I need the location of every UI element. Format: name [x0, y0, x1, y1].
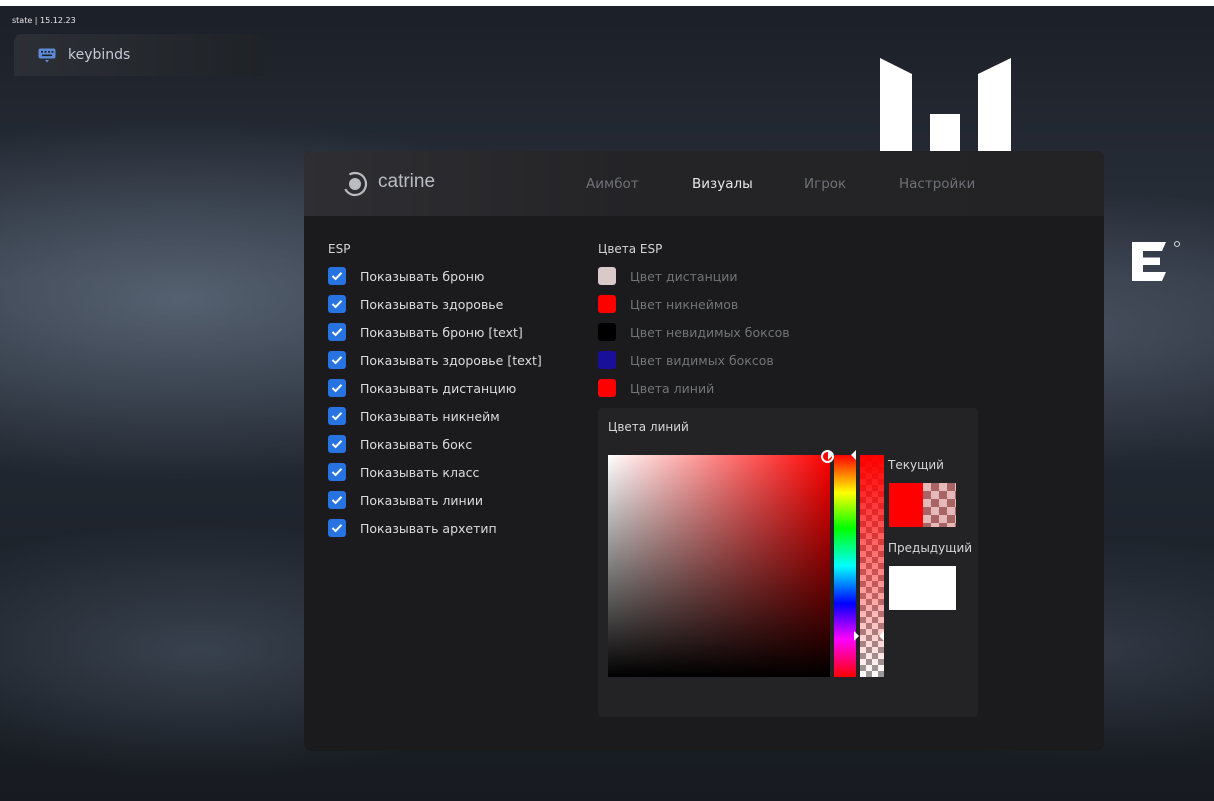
check-icon — [331, 440, 343, 449]
esp-checkbox-row[interactable]: Показывать архетип — [328, 518, 497, 538]
color-row-nicknames[interactable]: Цвет никнеймов — [598, 294, 738, 314]
color-picker-title: Цвета линий — [608, 420, 689, 434]
check-icon — [331, 524, 343, 533]
esp-checkbox-row[interactable]: Показывать дистанцию — [328, 378, 516, 398]
esp-checkbox-row[interactable]: Показывать класс — [328, 462, 479, 482]
saturation-value-area[interactable] — [608, 455, 830, 677]
target-ring-icon — [342, 171, 368, 197]
color-row-distance[interactable]: Цвет дистанции — [598, 266, 738, 286]
checkbox-label: Показывать никнейм — [360, 408, 500, 424]
bars-logo-icon — [880, 58, 1011, 152]
checkbox-label: Показывать здоровье [text] — [360, 352, 542, 368]
esp-checkbox-row[interactable]: Показывать броню [text] — [328, 322, 523, 342]
keybinds-panel[interactable]: keybinds — [14, 34, 264, 76]
checkbox-label: Показывать броню — [360, 268, 485, 284]
current-color-alpha-preview — [923, 483, 956, 527]
checkbox-checked[interactable] — [328, 323, 346, 341]
color-swatch[interactable] — [598, 267, 616, 285]
checkbox-checked[interactable] — [328, 295, 346, 313]
tab-player[interactable]: Игрок — [804, 176, 846, 192]
color-swatch[interactable] — [598, 379, 616, 397]
color-label: Цвета линий — [630, 380, 715, 396]
checkbox-checked[interactable] — [328, 407, 346, 425]
tab-visuals[interactable]: Визуалы — [692, 176, 753, 192]
current-color-label: Текущий — [888, 458, 944, 472]
e-logo-icon — [1132, 241, 1180, 281]
esp-checkbox-row[interactable]: Показывать здоровье — [328, 294, 503, 314]
color-label: Цвет дистанции — [630, 268, 738, 284]
checkbox-checked[interactable] — [328, 351, 346, 369]
keybinds-label: keybinds — [68, 47, 131, 63]
color-label: Цвет невидимых боксов — [630, 324, 790, 340]
esp-checkbox-row[interactable]: Показывать бокс — [328, 434, 472, 454]
color-swatch[interactable] — [598, 323, 616, 341]
top-strip — [0, 0, 1214, 6]
checkbox-label: Показывать дистанцию — [360, 380, 517, 396]
checkbox-checked[interactable] — [328, 463, 346, 481]
window-header: catrine Аимбот Визуалы Игрок Настройки — [304, 151, 1104, 216]
check-icon — [331, 300, 343, 309]
tab-settings[interactable]: Настройки — [899, 176, 975, 192]
alpha-slider[interactable] — [860, 455, 884, 677]
brand-name: catrine — [378, 171, 436, 192]
esp-section-title: ESP — [328, 242, 351, 256]
previous-color-label: Предыдущий — [888, 541, 973, 555]
cheat-menu-window: catrine Аимбот Визуалы Игрок Настройки E… — [304, 151, 1104, 751]
checkbox-checked[interactable] — [328, 379, 346, 397]
check-icon — [331, 468, 343, 477]
checkbox-checked[interactable] — [328, 435, 346, 453]
color-swatch[interactable] — [598, 351, 616, 369]
color-row-visible-boxes[interactable]: Цвет видимых боксов — [598, 350, 774, 370]
esp-checkbox-row[interactable]: Показывать линии — [328, 490, 483, 510]
color-picker-popup: Цвета линий Текущий Предыдущий — [598, 408, 978, 717]
esp-checkbox-row[interactable]: Показывать броню — [328, 266, 484, 286]
checkbox-checked[interactable] — [328, 519, 346, 537]
color-label: Цвет никнеймов — [630, 296, 739, 312]
check-icon — [331, 272, 343, 281]
color-row-invisible-boxes[interactable]: Цвет невидимых боксов — [598, 322, 790, 342]
esp-checkbox-row[interactable]: Показывать здоровье [text] — [328, 350, 542, 370]
check-icon — [331, 356, 343, 365]
checkbox-checked[interactable] — [328, 267, 346, 285]
color-row-lines[interactable]: Цвета линий — [598, 378, 714, 398]
check-icon — [331, 412, 343, 421]
checkbox-label: Показывать здоровье — [360, 296, 504, 312]
check-icon — [331, 384, 343, 393]
checkbox-label: Показывать линии — [360, 492, 483, 508]
tab-aimbot[interactable]: Аимбот — [586, 176, 639, 192]
color-swatch[interactable] — [598, 295, 616, 313]
previous-color-swatch[interactable] — [889, 566, 956, 610]
esp-checkbox-row[interactable]: Показывать никнейм — [328, 406, 500, 426]
color-label: Цвет видимых боксов — [630, 352, 774, 368]
alpha-slider-marker[interactable] — [854, 630, 890, 642]
check-icon — [331, 328, 343, 337]
current-color-solid — [889, 483, 923, 527]
checkbox-label: Показывать броню [text] — [360, 324, 523, 340]
current-color-swatch — [889, 483, 956, 527]
checkbox-label: Показывать архетип — [360, 520, 497, 536]
hue-slider-marker[interactable] — [828, 449, 862, 461]
checkbox-label: Показывать бокс — [360, 436, 473, 452]
keyboard-icon — [38, 48, 56, 63]
esp-colors-section-title: Цвета ESP — [598, 242, 663, 256]
check-icon — [331, 496, 343, 505]
hue-slider[interactable] — [834, 455, 856, 677]
state-overlay-text: state | 15.12.23 — [12, 16, 76, 25]
checkbox-checked[interactable] — [328, 491, 346, 509]
checkbox-label: Показывать класс — [360, 464, 480, 480]
